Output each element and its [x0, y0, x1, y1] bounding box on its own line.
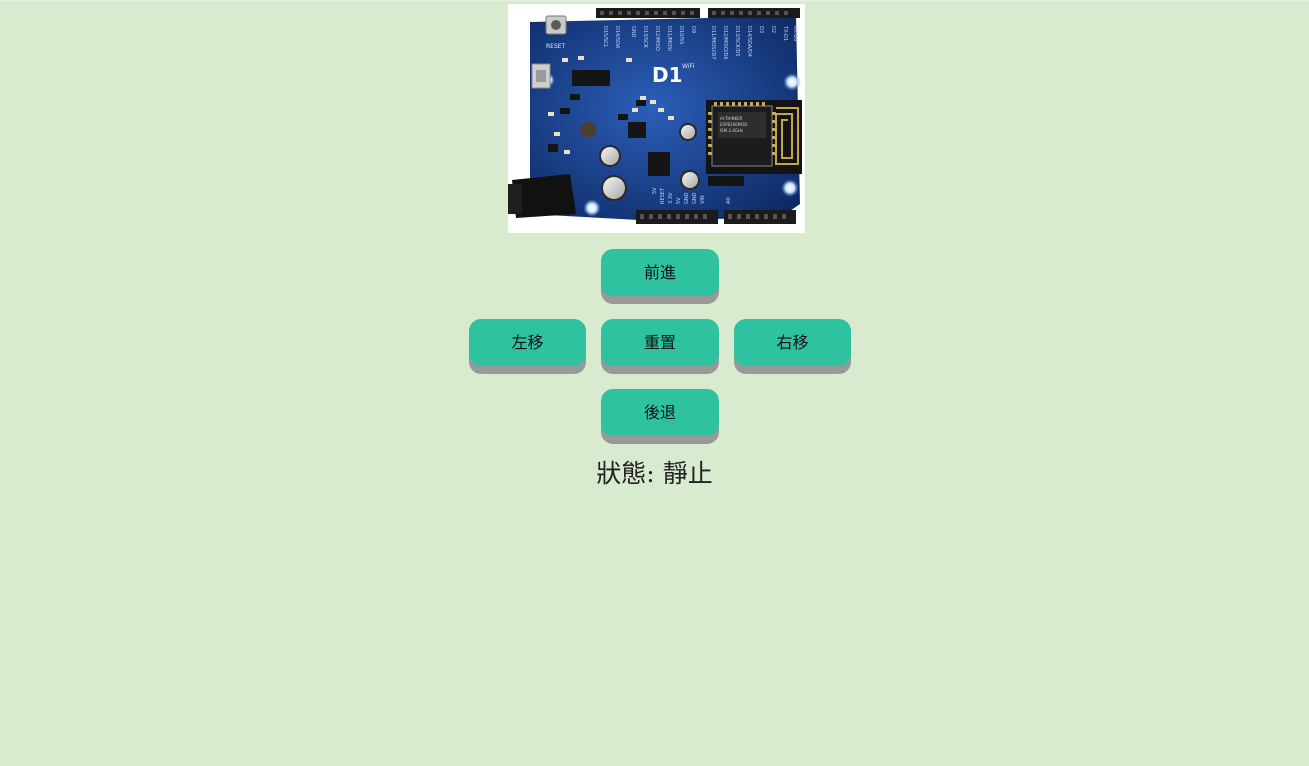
board-reset-text: RESET — [546, 43, 566, 50]
status-display: 狀態: 靜止 — [0, 456, 1309, 492]
right-button[interactable]: 右移 — [734, 319, 851, 366]
svg-text:D11/MOSI: D11/MOSI — [666, 26, 672, 51]
svg-text:AI-THINKER: AI-THINKER — [720, 116, 743, 121]
svg-text:3.3V: 3.3V — [668, 192, 674, 204]
status-prefix: 狀態: — [596, 459, 655, 488]
svg-text:D13/SCK: D13/SCK — [642, 26, 648, 49]
page-top-border — [0, 0, 1309, 1]
svg-text:A0: A0 — [726, 197, 732, 204]
svg-text:D15/SCL: D15/SCL — [602, 26, 608, 48]
svg-text:D11/MOSI/D7: D11/MOSI/D7 — [710, 26, 716, 60]
forward-button[interactable]: 前進 — [601, 249, 719, 296]
board-photo: RESET D1 WiFi D15/SCL D14/SDA GND D13/SC… — [508, 4, 805, 233]
svg-text:RESET: RESET — [660, 187, 666, 204]
backward-button[interactable]: 後退 — [601, 389, 719, 436]
svg-text:D3: D3 — [758, 26, 764, 33]
svg-text:D12/MISO/D6: D12/MISO/D6 — [722, 26, 728, 60]
svg-text:D12/MISO: D12/MISO — [654, 26, 660, 51]
svg-text:5V: 5V — [676, 197, 682, 204]
left-button[interactable]: 左移 — [469, 319, 586, 366]
svg-text:GND: GND — [692, 192, 698, 204]
status-value: 靜止 — [662, 459, 713, 488]
board-wifi-text: WiFi — [682, 63, 694, 70]
svg-text:ESP8266MOD: ESP8266MOD — [720, 122, 747, 127]
svg-text:ISM 2.4GHz: ISM 2.4GHz — [720, 128, 743, 133]
reset-button[interactable]: 重置 — [601, 319, 719, 366]
svg-text:D2: D2 — [770, 26, 776, 33]
svg-text:GND: GND — [630, 26, 636, 38]
svg-text:D14/SDA/D4: D14/SDA/D4 — [746, 26, 752, 57]
svg-text:RX-D0: RX-D0 — [792, 26, 798, 42]
board-d1-text: D1 — [652, 63, 683, 87]
svg-text:D10/SS: D10/SS — [678, 26, 684, 44]
svg-text:TX-D1: TX-D1 — [782, 25, 788, 41]
svg-text:D13/SCK/D5: D13/SCK/D5 — [734, 26, 740, 57]
svg-text:D9: D9 — [690, 26, 696, 33]
svg-text:D14/SDA: D14/SDA — [614, 26, 620, 49]
svg-text:VIN: VIN — [700, 195, 706, 204]
svg-text:5V: 5V — [652, 187, 658, 194]
svg-text:GND: GND — [684, 192, 690, 204]
